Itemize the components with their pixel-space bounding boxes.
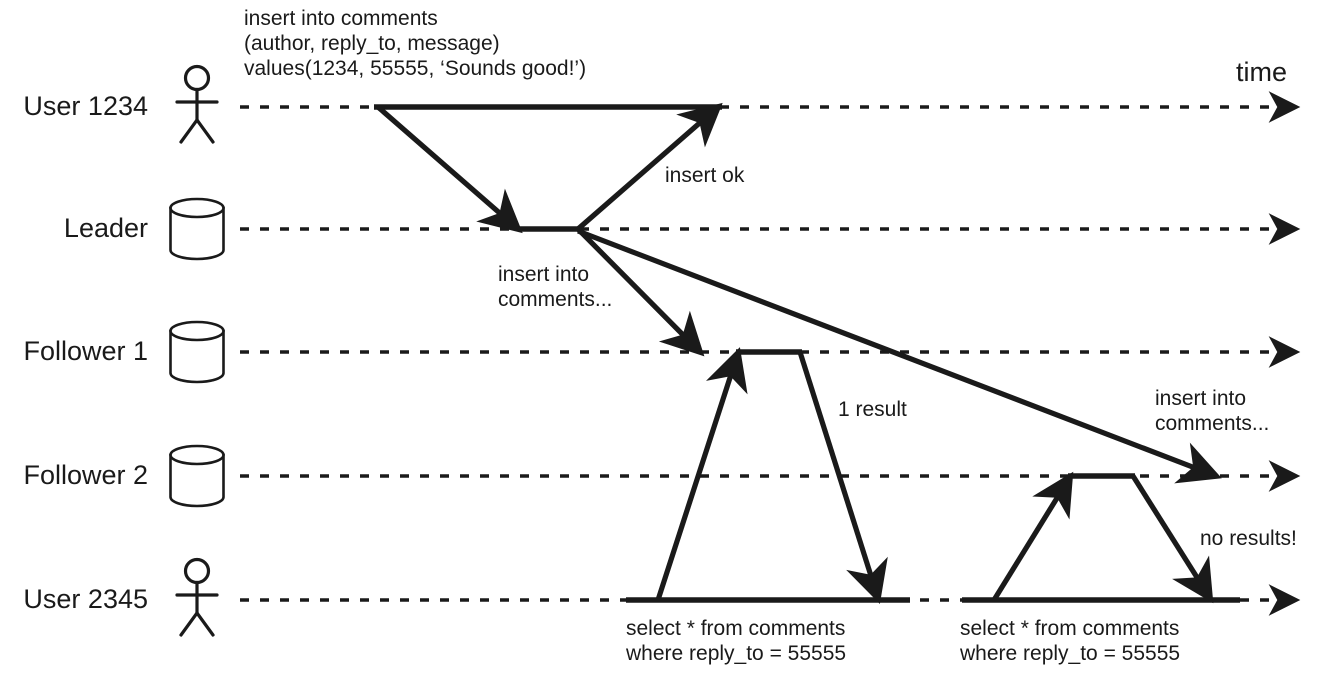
- message-label-result-one: 1 result: [838, 398, 907, 421]
- message-label-query-follower1: select * from comments where reply_to = …: [626, 617, 847, 665]
- message-arrow-query-follower2: [991, 471, 1074, 602]
- actor-stick-figure-icon-user2345: [175, 557, 219, 637]
- message-label-replicate-to-follower1: insert into comments...: [498, 263, 613, 311]
- message-label-insert-request: insert into comments (author, reply_to, …: [244, 7, 587, 80]
- message-label-result-none: no results!: [1200, 527, 1297, 550]
- message-label-insert-ok: insert ok: [665, 164, 745, 187]
- database-cylinder-icon-follower2: [169, 444, 225, 508]
- message-label-replicate-to-follower2: insert into comments...: [1155, 387, 1270, 435]
- message-arrow-insert-request: [376, 105, 523, 234]
- message-label-query-follower2: select * from comments where reply_to = …: [960, 617, 1181, 665]
- time-axis-label: time: [1236, 57, 1288, 87]
- database-cylinder-icon-follower1: [169, 320, 225, 384]
- lifeline-label-user2345: User 2345: [23, 584, 148, 614]
- lifeline-icons-group: [169, 64, 225, 637]
- lifeline-label-follower2: Follower 2: [23, 460, 148, 490]
- lifeline-label-user1234: User 1234: [23, 91, 148, 121]
- database-cylinder-icon-leader: [169, 197, 225, 261]
- sequence-diagram-canvas: User 1234 Leader Follower 1 Follower 2 User …: [0, 0, 1330, 683]
- lifeline-label-follower1: Follower 1: [23, 336, 148, 366]
- message-arrow-result-none: [1130, 474, 1214, 604]
- lifeline-label-leader: Leader: [63, 213, 148, 243]
- actor-stick-figure-icon-user1234: [175, 64, 219, 144]
- diagram-vector-layer: [169, 64, 1301, 637]
